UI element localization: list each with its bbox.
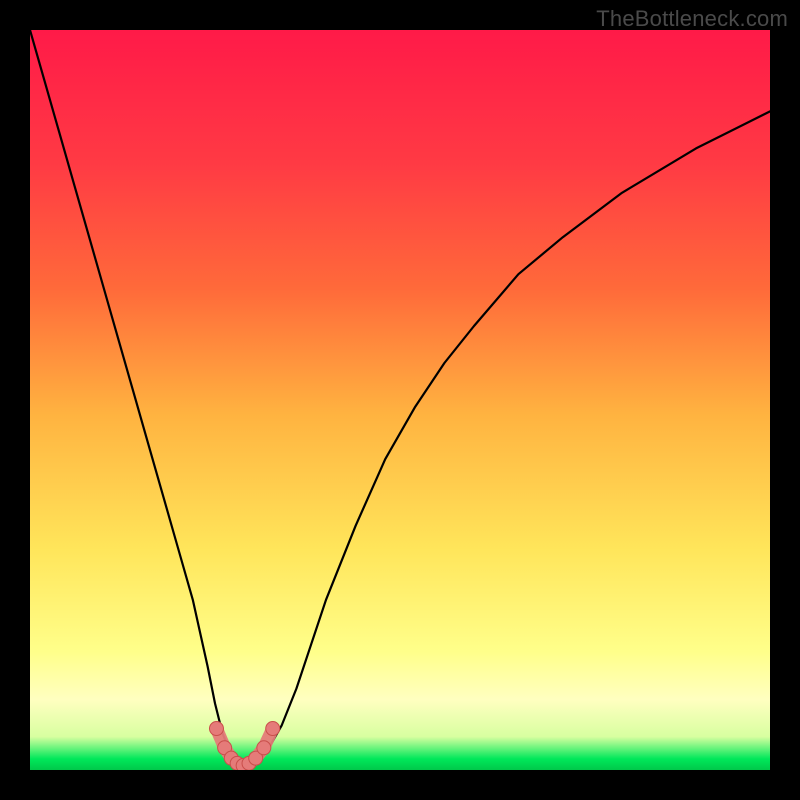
valley-dot bbox=[257, 741, 271, 755]
valley-dot bbox=[209, 722, 223, 736]
chart-svg bbox=[30, 30, 770, 770]
gradient-bg bbox=[30, 30, 770, 770]
chart-area bbox=[30, 30, 770, 770]
watermark-text: TheBottleneck.com bbox=[596, 6, 788, 32]
valley-dot bbox=[266, 722, 280, 736]
